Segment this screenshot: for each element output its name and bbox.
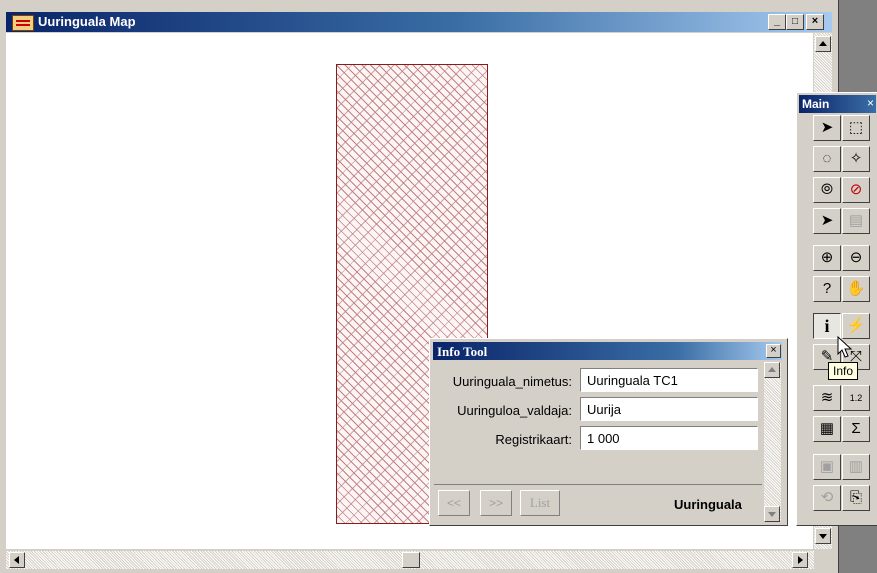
field-label-registrikaart: Registrikaart: (495, 432, 572, 447)
info-tool-title: Info Tool (437, 344, 488, 359)
main-toolbar-title: Main (802, 97, 830, 111)
main-toolbar-header[interactable]: Main × (799, 95, 876, 113)
set-clip-icon: ▥ (848, 458, 864, 475)
polygon-select-icon: ✧ (849, 150, 863, 167)
statistics-icon: Σ (851, 420, 861, 437)
arrow-right-icon (798, 556, 803, 564)
options-icon: ⎘ (849, 489, 862, 506)
info-close-button[interactable]: × (766, 344, 781, 358)
mouse-pointer-icon (837, 336, 853, 358)
zoom-in-icon: ⊕ (820, 249, 834, 266)
invert-select-tool-button[interactable]: ➤ (813, 208, 841, 234)
set-clip-tool-button[interactable]: ▥ (842, 454, 870, 480)
arrow-down-icon (768, 512, 776, 517)
horizontal-scroll-thumb[interactable] (402, 552, 420, 568)
ruler-tool-button[interactable]: 1.2 (842, 385, 870, 411)
arrow-up-icon (819, 41, 827, 46)
info-scroll-down[interactable] (764, 506, 780, 522)
grabber-hand-tool-button[interactable]: ✋ (842, 276, 870, 302)
info-tool-header[interactable]: Info Tool × (433, 342, 782, 360)
info-icon: i (824, 316, 830, 336)
title-bar[interactable]: Uuringuala Map _ □ × (6, 12, 832, 32)
layer-control-icon: ≋ (820, 389, 834, 406)
radius-select-icon: ◌ (822, 150, 832, 167)
layer-name: Uuringuala (674, 497, 742, 512)
options-tool-button[interactable]: ⎘ (842, 485, 870, 511)
unselect-tool-button[interactable]: ⊘ (842, 177, 870, 203)
field-label-nimetus: Uuringuala_nimetus: (452, 374, 572, 389)
graphic-select-icon: ▤ (848, 212, 864, 229)
maximize-button[interactable]: □ (786, 14, 804, 30)
info-tool-window: Info Tool × Uuringuala_nimetus: Uuringua… (429, 338, 788, 526)
main-toolbar-close[interactable]: × (867, 96, 874, 110)
field-value-nimetus[interactable]: Uuringuala TC1 (580, 368, 758, 392)
change-view-icon: ? (822, 280, 832, 297)
layer-control-tool-button[interactable]: ≋ (813, 385, 841, 411)
list-button[interactable]: List (520, 490, 560, 516)
show-statusbar-icon: ⟲ (820, 489, 834, 506)
minimize-button[interactable]: _ (768, 14, 786, 30)
boundary-select-tool-button[interactable]: ⦾ (813, 177, 841, 203)
show-statusbar-tool-button[interactable]: ⟲ (813, 485, 841, 511)
clip-region-tool-button[interactable]: ▣ (813, 454, 841, 480)
field-value-registrikaart[interactable]: 1 000 (580, 426, 758, 450)
zoom-out-tool-button[interactable]: ⊖ (842, 245, 870, 271)
field-value-valdaja[interactable]: Uurija (580, 397, 758, 421)
window-title: Uuringuala Map (38, 14, 136, 29)
invert-select-icon: ➤ (820, 212, 834, 229)
scroll-corner (814, 551, 832, 569)
info-tooltip: Info (828, 362, 859, 380)
select-arrow-icon: ➤ (820, 119, 834, 136)
rect-select-icon: ⬚ (848, 119, 864, 136)
legend-icon: ▦ (819, 420, 835, 437)
next-record-button[interactable]: >> (480, 490, 512, 516)
graphic-select-tool-button[interactable]: ▤ (842, 208, 870, 234)
scroll-right-button[interactable] (792, 552, 808, 568)
main-toolbar: Main × ➤ ⬚ ◌ ✧ ⦾ ⊘ ➤ ▤ ⊕ ⊖? ✋ i ⚡ ✎ ⤧ ≋ 1.2 ▦ Σ ▣ ▥ ⟲ ⎘ (796, 92, 877, 526)
field-label-valdaja: Uuringuloa_valdaja: (457, 403, 572, 418)
divider (434, 484, 762, 485)
ruler-icon: 1.2 (849, 393, 863, 403)
map-app-icon (12, 15, 34, 31)
change-view-tool-button[interactable]: ? (813, 276, 841, 302)
hotlink-icon: ⚡ (846, 317, 866, 334)
scroll-left-button[interactable] (9, 552, 25, 568)
select-arrow-tool-button[interactable]: ➤ (813, 115, 841, 141)
horizontal-scrollbar[interactable] (6, 551, 814, 569)
rect-select-tool-button[interactable]: ⬚ (842, 115, 870, 141)
arrow-left-icon (14, 556, 19, 564)
zoom-out-icon: ⊖ (849, 249, 863, 266)
grabber-hand-icon: ✋ (846, 280, 866, 297)
clip-region-icon: ▣ (819, 458, 835, 475)
boundary-select-icon: ⦾ (820, 181, 833, 198)
legend-tool-button[interactable]: ▦ (813, 416, 841, 442)
prev-record-button[interactable]: << (438, 490, 470, 516)
statistics-tool-button[interactable]: Σ (842, 416, 870, 442)
zoom-in-tool-button[interactable]: ⊕ (813, 245, 841, 271)
polygon-select-tool-button[interactable]: ✧ (842, 146, 870, 172)
arrow-up-icon (768, 367, 776, 372)
info-scrollbar[interactable] (764, 362, 781, 522)
arrow-down-icon (819, 534, 827, 539)
scroll-down-button[interactable] (815, 528, 831, 544)
info-scroll-up[interactable] (764, 362, 780, 378)
radius-select-tool-button[interactable]: ◌ (813, 146, 841, 172)
scroll-up-button[interactable] (815, 36, 831, 52)
close-button[interactable]: × (806, 14, 824, 30)
unselect-icon: ⊘ (849, 181, 863, 198)
